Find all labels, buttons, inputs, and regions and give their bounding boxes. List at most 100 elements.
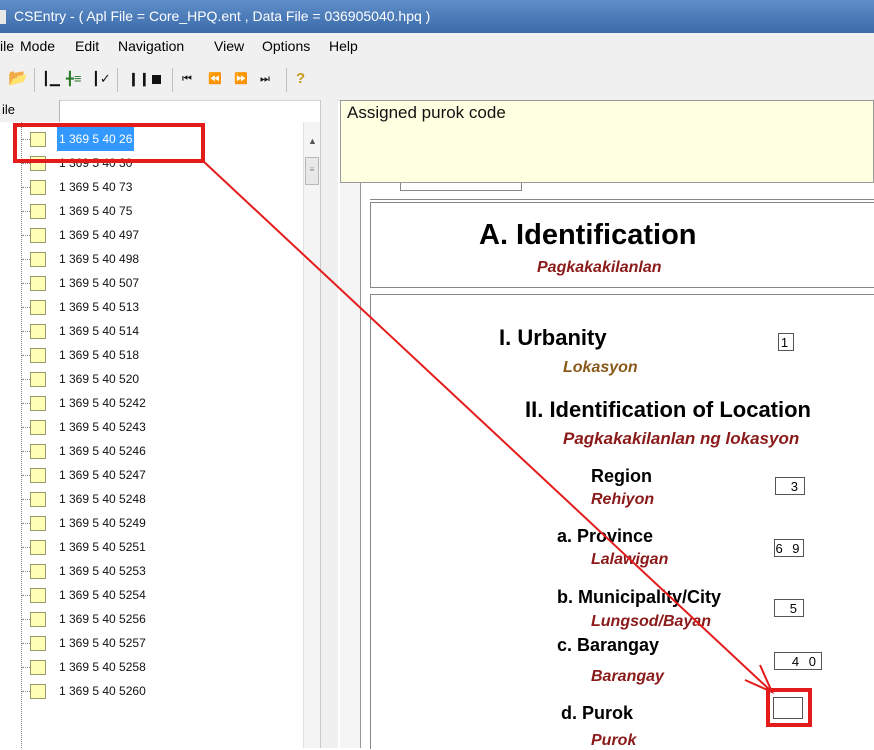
tree-case-item[interactable]: 1 369 5 40 5242 xyxy=(0,391,303,415)
case-folder-icon xyxy=(30,300,46,315)
case-folder-icon xyxy=(30,612,46,627)
tree-case-item[interactable]: 1 369 5 40 498 xyxy=(0,247,303,271)
panel-splitter[interactable] xyxy=(320,100,338,748)
menu-edit[interactable]: Edit xyxy=(75,33,99,60)
tree-case-label[interactable]: 1 369 5 40 498 xyxy=(57,247,141,271)
tree-case-label[interactable]: 1 369 5 40 520 xyxy=(57,367,141,391)
tree-case-label[interactable]: 1 369 5 40 513 xyxy=(57,295,141,319)
barangay-field[interactable]: 4 0 xyxy=(774,652,822,670)
verify-icon[interactable]: ┃✓ xyxy=(92,69,111,89)
stop-icon[interactable] xyxy=(152,75,161,84)
tree-case-label[interactable]: 1 369 5 40 5243 xyxy=(57,415,148,439)
tree-case-item[interactable]: 1 369 5 40 5248 xyxy=(0,487,303,511)
tree-case-label[interactable]: 1 369 5 40 5256 xyxy=(57,607,148,631)
tree-case-item[interactable]: 1 369 5 40 518 xyxy=(0,343,303,367)
scroll-thumb[interactable]: ≡ xyxy=(305,157,319,185)
tree-case-label[interactable]: 1 369 5 40 5260 xyxy=(57,679,148,703)
case-folder-icon xyxy=(30,588,46,603)
tree-connector xyxy=(22,235,30,236)
tree-connector xyxy=(22,187,30,188)
municipality-field[interactable]: 5 xyxy=(774,599,804,617)
tree-case-item[interactable]: 1 369 5 40 5251 xyxy=(0,535,303,559)
menu-options[interactable]: Options xyxy=(262,33,310,60)
urbanity-field[interactable]: 1 xyxy=(778,333,794,351)
case-folder-icon xyxy=(30,420,46,435)
menu-navigation[interactable]: Navigation xyxy=(118,33,184,60)
add-case-icon[interactable]: ┃▁ xyxy=(42,69,60,89)
scroll-up-icon[interactable]: ▲ xyxy=(308,136,317,146)
case-folder-icon xyxy=(30,684,46,699)
menu-help[interactable]: Help xyxy=(329,33,358,60)
tree-case-item[interactable]: 1 369 5 40 507 xyxy=(0,271,303,295)
previous-icon[interactable]: ⏪ xyxy=(208,69,222,89)
tree-case-label[interactable]: 1 369 5 40 75 xyxy=(57,199,134,223)
case-folder-icon xyxy=(30,444,46,459)
municipality-sublabel: Lungsod/Bayan xyxy=(591,613,712,630)
tree-case-item[interactable]: 1 369 5 40 497 xyxy=(0,223,303,247)
window-title: CSEntry - ( Apl File = Core_HPQ.ent , Da… xyxy=(14,8,431,24)
tree-case-item[interactable]: 1 369 5 40 5254 xyxy=(0,583,303,607)
menu-view[interactable]: View xyxy=(214,33,244,60)
case-tree[interactable]: 1 369 5 40 26 1 369 5 40 30 1 369 5 40 73 1… xyxy=(0,122,303,748)
tree-case-label[interactable]: 1 369 5 40 73 xyxy=(57,175,134,199)
case-folder-icon xyxy=(30,252,46,267)
tree-case-item[interactable]: 1 369 5 40 5257 xyxy=(0,631,303,655)
tree-case-item[interactable]: 1 369 5 40 75 xyxy=(0,199,303,223)
first-icon[interactable]: ⏮ xyxy=(182,69,192,89)
tree-case-item[interactable]: 1 369 5 40 5256 xyxy=(0,607,303,631)
province-label: a. Province xyxy=(557,526,654,546)
region-field[interactable]: 3 xyxy=(775,477,805,495)
tree-case-label[interactable]: 1 369 5 40 5242 xyxy=(57,391,148,415)
tree-case-item[interactable]: 1 369 5 40 73 xyxy=(0,175,303,199)
tree-case-label[interactable]: 1 369 5 40 507 xyxy=(57,271,141,295)
case-folder-icon xyxy=(30,516,46,531)
tree-connector xyxy=(22,163,30,164)
case-highlight-box xyxy=(13,123,205,163)
open-icon[interactable]: 📂 xyxy=(8,69,28,89)
tree-case-item[interactable]: 1 369 5 40 5260 xyxy=(0,679,303,703)
case-folder-icon xyxy=(30,348,46,363)
help-icon[interactable]: ? xyxy=(296,69,305,89)
tree-column-header[interactable]: ile xyxy=(0,100,60,122)
tree-case-item[interactable]: 1 369 5 40 5253 xyxy=(0,559,303,583)
next-icon[interactable]: ⏩ xyxy=(234,69,248,89)
tree-case-label[interactable]: 1 369 5 40 5246 xyxy=(57,439,148,463)
urbanity-label: I. Urbanity xyxy=(499,325,607,350)
tree-case-label[interactable]: 1 369 5 40 5257 xyxy=(57,631,148,655)
province-field[interactable]: 6 9 xyxy=(774,539,804,557)
tree-case-label[interactable]: 1 369 5 40 5258 xyxy=(57,655,148,679)
tree-case-label[interactable]: 1 369 5 40 5248 xyxy=(57,487,148,511)
tree-connector xyxy=(22,691,30,692)
toolbar-separator xyxy=(172,68,173,92)
tree-case-label[interactable]: 1 369 5 40 5254 xyxy=(57,583,148,607)
location-sublabel: Pagkakakilanlan ng lokasyon xyxy=(563,429,800,448)
last-icon[interactable]: ⏭ xyxy=(260,69,270,89)
tree-scrollbar[interactable]: ▲ ≡ xyxy=(303,122,321,748)
tree-case-label[interactable]: 1 369 5 40 518 xyxy=(57,343,141,367)
pause-icon[interactable]: ❙❙ xyxy=(128,69,150,89)
tree-connector xyxy=(22,475,30,476)
tree-case-item[interactable]: 1 369 5 40 5249 xyxy=(0,511,303,535)
urbanity-sublabel: Lokasyon xyxy=(563,359,638,376)
menu-mode[interactable]: Mode xyxy=(20,33,55,60)
case-folder-icon xyxy=(30,660,46,675)
field-message: Assigned purok code xyxy=(340,100,874,183)
tree-case-item[interactable]: 1 369 5 40 520 xyxy=(0,367,303,391)
tree-case-item[interactable]: 1 369 5 40 514 xyxy=(0,319,303,343)
tree-case-label[interactable]: 1 369 5 40 5251 xyxy=(57,535,148,559)
tree-case-label[interactable]: 1 369 5 40 514 xyxy=(57,319,141,343)
tree-case-label[interactable]: 1 369 5 40 497 xyxy=(57,223,141,247)
case-folder-icon xyxy=(30,324,46,339)
tree-case-item[interactable]: 1 369 5 40 513 xyxy=(0,295,303,319)
tree-case-item[interactable]: 1 369 5 40 5246 xyxy=(0,439,303,463)
tree-case-label[interactable]: 1 369 5 40 5247 xyxy=(57,463,148,487)
tree-case-item[interactable]: 1 369 5 40 5243 xyxy=(0,415,303,439)
case-folder-icon xyxy=(30,636,46,651)
tree-case-item[interactable]: 1 369 5 40 5258 xyxy=(0,655,303,679)
toolbar-separator xyxy=(286,68,287,92)
insert-case-icon[interactable]: ╋≡ xyxy=(66,69,81,89)
tree-case-label[interactable]: 1 369 5 40 5253 xyxy=(57,559,148,583)
menu-file[interactable]: ile xyxy=(0,33,14,60)
tree-case-item[interactable]: 1 369 5 40 5247 xyxy=(0,463,303,487)
tree-case-label[interactable]: 1 369 5 40 5249 xyxy=(57,511,148,535)
